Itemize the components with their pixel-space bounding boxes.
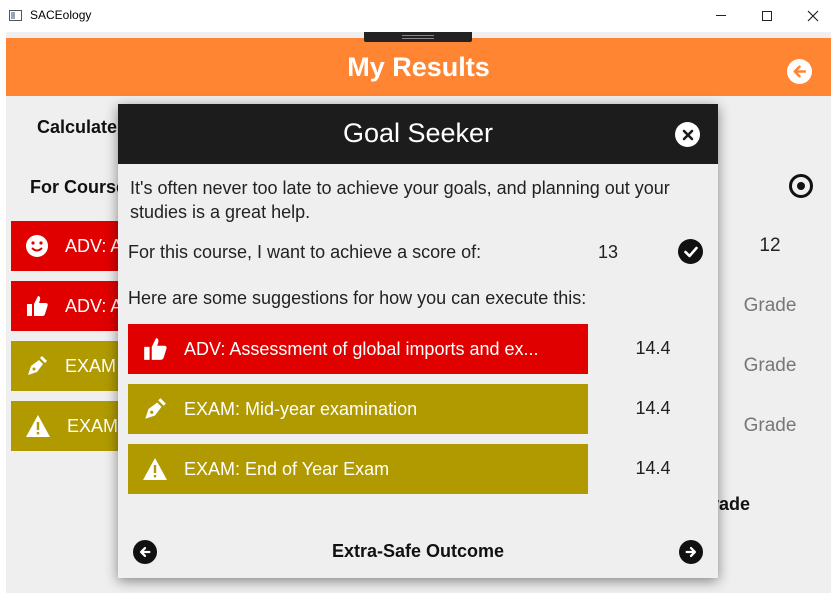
bg-card-adv-2[interactable]: ADV: A — [11, 281, 131, 331]
bg-card-value: Grade — [743, 355, 797, 376]
pen-nib-icon — [145, 398, 166, 419]
minimize-button[interactable] — [698, 0, 744, 31]
close-circle-icon — [682, 129, 693, 140]
window-title: SACEology — [30, 8, 92, 22]
bg-card-value: Grade — [743, 415, 797, 436]
warning-icon — [143, 458, 167, 480]
suggestion-row-midyear[interactable]: EXAM: Mid-year examination — [128, 384, 588, 434]
app-window-icon — [9, 10, 22, 21]
check-circle-icon — [683, 246, 698, 257]
bg-card-label: EXAM — [67, 415, 119, 436]
warning-icon — [26, 415, 50, 437]
bg-card-label: EXAM — [65, 355, 117, 376]
calculate-label: Calculate — [37, 117, 118, 137]
bg-card-value: 12 — [759, 235, 781, 256]
window-titlebar: SACEology — [0, 0, 836, 32]
bg-card-exam-2[interactable]: EXAM — [11, 401, 131, 451]
bg-card-label: ADV: A — [65, 235, 123, 256]
target-icon[interactable] — [789, 174, 813, 198]
thumbs-up-icon — [27, 296, 48, 316]
suggestion-label: EXAM: Mid-year examination — [184, 398, 418, 419]
close-icon — [807, 10, 819, 21]
suggestion-value: 14.4 — [635, 398, 671, 418]
score-input[interactable]: 13 — [588, 242, 628, 263]
page-header: My Results — [6, 38, 831, 96]
minimize-icon — [716, 15, 726, 16]
suggestion-label: EXAM: End of Year Exam — [184, 458, 390, 479]
pen-nib-icon — [28, 356, 47, 375]
next-outcome-button[interactable] — [679, 540, 703, 564]
close-window-button[interactable] — [790, 0, 836, 31]
suggestion-row-endyear[interactable]: EXAM: End of Year Exam — [128, 444, 588, 494]
suggestion-value: 14.4 — [635, 458, 671, 478]
page-title: My Results — [347, 52, 490, 82]
dialog-close-button[interactable] — [675, 122, 700, 147]
outcome-label: Extra-Safe Outcome — [331, 541, 505, 561]
maximize-button[interactable] — [744, 0, 790, 31]
arrow-right-circle-icon — [685, 546, 697, 558]
bg-card-label: ADV: A — [65, 295, 123, 316]
smiley-icon — [26, 235, 48, 257]
drag-handle[interactable] — [364, 32, 472, 42]
suggestion-label: ADV: Assessment of global imports and ex… — [184, 338, 539, 359]
suggestion-row-adv[interactable]: ADV: Assessment of global imports and ex… — [128, 324, 588, 374]
bg-card-value: Grade — [743, 295, 797, 316]
back-button[interactable] — [787, 59, 812, 84]
goal-seeker-dialog: Goal Seeker It's often never too late to… — [118, 104, 718, 578]
bg-card-exam-1[interactable]: EXAM — [11, 341, 131, 391]
for-course-label: For Course — [30, 177, 127, 197]
suggestions-label: Here are some suggestions for how you ca… — [128, 288, 587, 308]
score-label: For this course, I want to achieve a sco… — [128, 242, 482, 262]
maximize-icon — [762, 10, 772, 21]
dialog-header: Goal Seeker — [118, 104, 718, 164]
thumbs-up-icon — [144, 338, 167, 360]
confirm-score-button[interactable] — [678, 239, 703, 264]
intro-text: It's often never too late to achieve you… — [130, 178, 670, 222]
dialog-title: Goal Seeker — [342, 118, 494, 148]
suggestion-value: 14.4 — [635, 338, 671, 358]
arrow-left-circle-icon — [793, 65, 807, 78]
bg-card-adv-1[interactable]: ADV: A — [11, 221, 131, 271]
